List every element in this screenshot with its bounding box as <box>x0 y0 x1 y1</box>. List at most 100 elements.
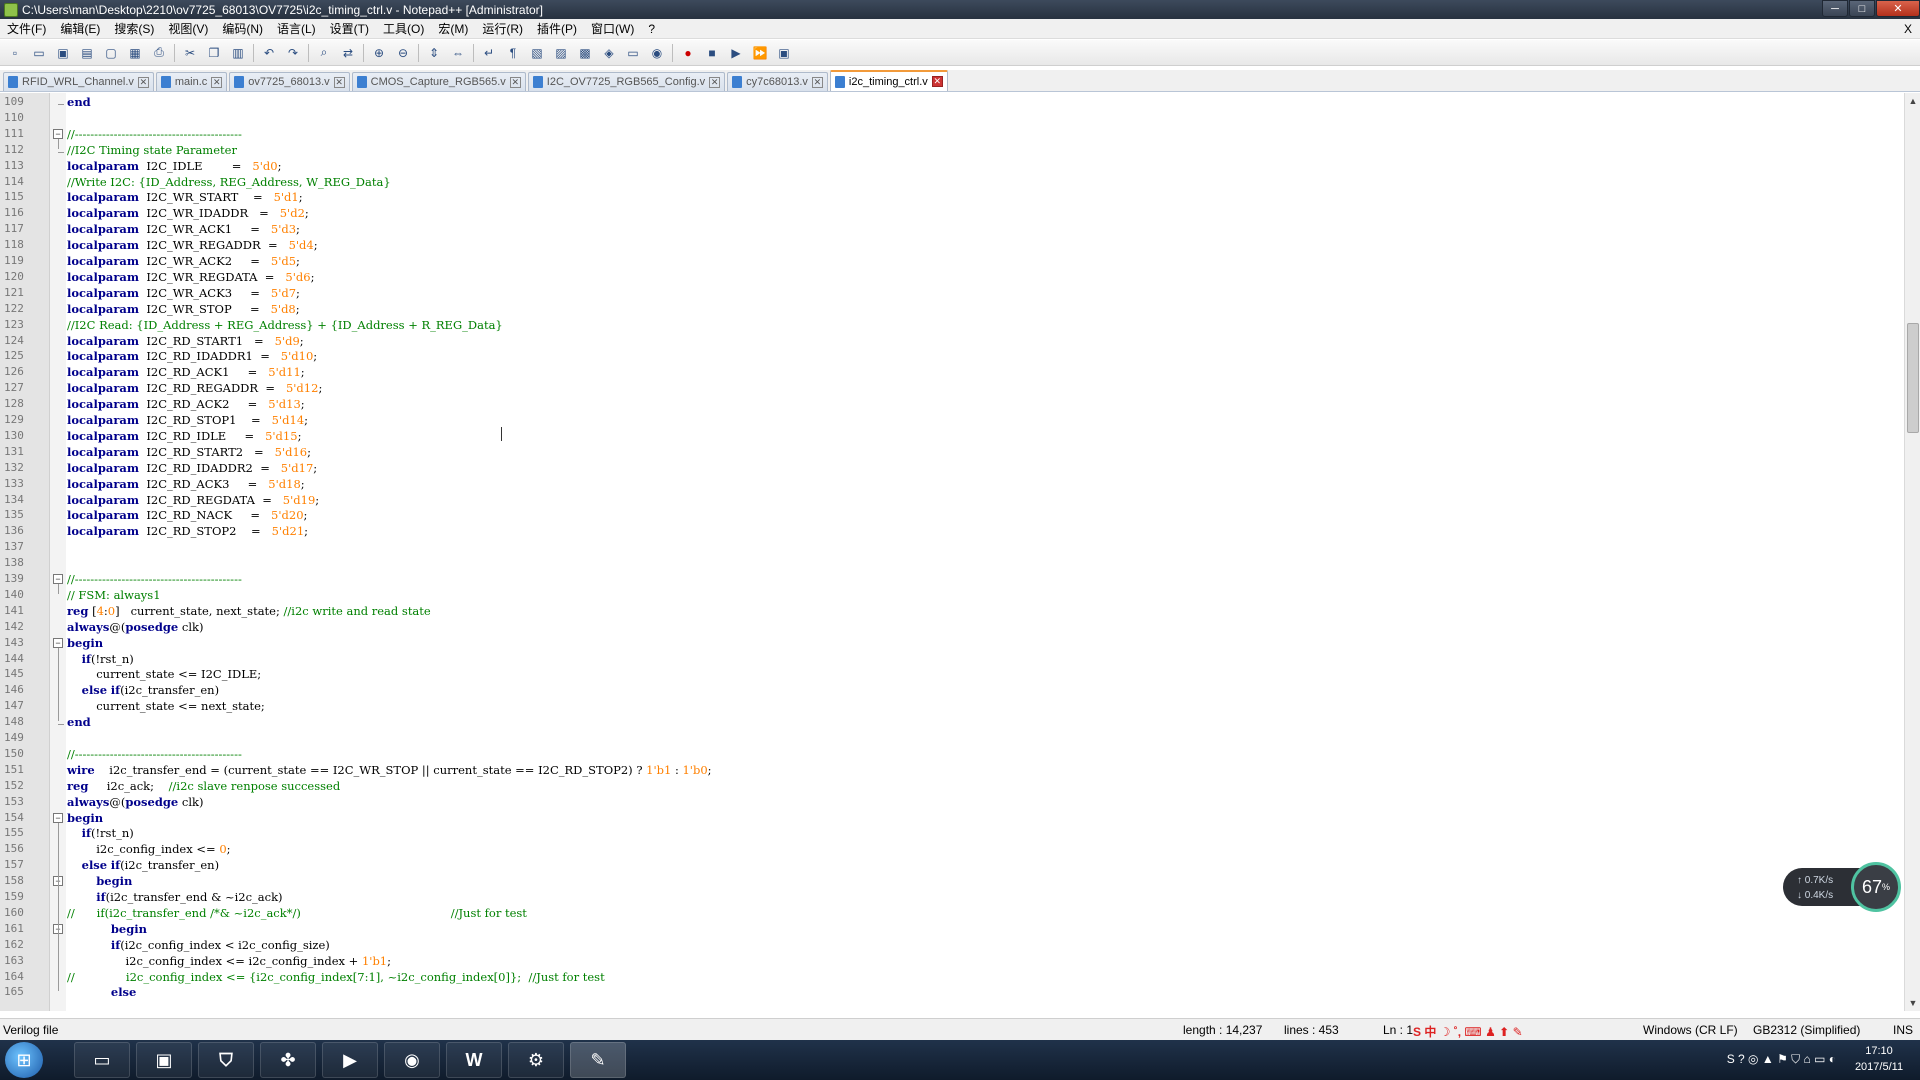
input-method-icon[interactable]: S 中 ☽ ˚, ⌨ ♟ ⬆ ✎ <box>1413 1023 1523 1040</box>
replace-icon[interactable]: ⇄ <box>339 44 357 62</box>
save-macro-icon[interactable]: ▣ <box>775 44 793 62</box>
code-line[interactable]: //I2C Read: {ID_Address + REG_Address} +… <box>67 317 503 333</box>
maximize-button[interactable]: □ <box>1849 0 1875 17</box>
code-line[interactable]: localparam I2C_RD_IDADDR1 = 5'd10; <box>67 348 317 364</box>
notepad-plus-plus-icon[interactable]: ✎ <box>570 1042 626 1078</box>
scroll-down-icon[interactable]: ▼ <box>1905 995 1920 1011</box>
tab-cmos-capture[interactable]: CMOS_Capture_RGB565.v ✕ <box>351 72 526 91</box>
media-player-icon[interactable]: ▶ <box>322 1042 378 1078</box>
code-line[interactable]: // if(i2c_transfer_end /*& ~i2c_ack*/) /… <box>67 905 527 921</box>
stop-macro-icon[interactable]: ■ <box>703 44 721 62</box>
fold-toggle-icon[interactable]: − <box>53 637 63 648</box>
code-line[interactable]: localparam I2C_RD_START2 = 5'd16; <box>67 444 311 460</box>
code-line[interactable]: localparam I2C_WR_REGDATA = 5'd6; <box>67 269 314 285</box>
firefox-icon[interactable]: ◉ <box>384 1042 440 1078</box>
run-macro-multiple-icon[interactable]: ⏩ <box>751 44 769 62</box>
close-tab-icon[interactable]: ✕ <box>509 76 521 88</box>
menu-language[interactable]: 语言(L) <box>270 20 323 37</box>
code-line[interactable]: else if(i2c_transfer_en) <box>67 682 219 698</box>
sync-horizontal-icon[interactable]: ⇔ <box>449 44 467 62</box>
tab-ov7725-68013[interactable]: ov7725_68013.v ✕ <box>229 72 350 91</box>
code-line[interactable]: localparam I2C_RD_IDADDR2 = 5'd17; <box>67 460 317 476</box>
code-line[interactable]: always@(posedge clk) <box>67 794 203 810</box>
code-line[interactable]: localparam I2C_WR_IDADDR = 5'd2; <box>67 205 309 221</box>
print-icon[interactable]: ⎙ <box>150 44 168 62</box>
tab-i2c-timing-ctrl[interactable]: i2c_timing_ctrl.v ✕ <box>829 70 948 91</box>
close-tab-icon[interactable]: ✕ <box>137 76 149 88</box>
code-line[interactable]: if(i2c_config_index < i2c_config_size) <box>67 937 330 953</box>
net-speed-widget[interactable]: ↑ 0.7K/s ↓ 0.4K/s 67% <box>1783 862 1903 912</box>
code-line[interactable]: localparam I2C_WR_ACK3 = 5'd7; <box>67 285 300 301</box>
zoom-out-icon[interactable]: ⊖ <box>394 44 412 62</box>
new-file-icon[interactable]: ▫ <box>6 44 24 62</box>
code-line[interactable]: // FSM: always1 <box>67 587 161 603</box>
scroll-up-icon[interactable]: ▲ <box>1905 93 1920 109</box>
close-button[interactable]: ✕ <box>1876 0 1920 17</box>
copy-icon[interactable]: ❐ <box>205 44 223 62</box>
code-line[interactable]: begin <box>67 635 103 651</box>
code-line[interactable]: wire i2c_transfer_end = (current_state =… <box>67 762 712 778</box>
code-line[interactable]: localparam I2C_RD_ACK2 = 5'd13; <box>67 396 305 412</box>
code-line[interactable]: localparam I2C_RD_STOP2 = 5'd21; <box>67 523 308 539</box>
code-line[interactable]: end <box>67 94 91 110</box>
code-line[interactable]: else if(i2c_transfer_en) <box>67 857 219 873</box>
network-tool-icon[interactable]: ⚙ <box>508 1042 564 1078</box>
redo-icon[interactable]: ↷ <box>284 44 302 62</box>
code-line[interactable]: localparam I2C_WR_START = 5'd1; <box>67 189 303 205</box>
language-icon[interactable]: ▨ <box>552 44 570 62</box>
fold-toggle-icon[interactable]: − <box>53 574 63 584</box>
code-line[interactable]: //--------------------------------------… <box>67 746 242 762</box>
code-area[interactable]: end //-----------------------------------… <box>66 93 1904 1011</box>
close-file-icon[interactable]: ▢ <box>102 44 120 62</box>
system-tray[interactable]: S ? ◎ ▲ ⚑ ⛉ ⌂ ▭ ◐ <box>1727 1052 1836 1067</box>
word-icon[interactable]: W <box>446 1042 502 1078</box>
menu-view[interactable]: 视图(V) <box>161 20 215 37</box>
menu-window[interactable]: 窗口(W) <box>584 20 641 37</box>
close-all-icon[interactable]: ▦ <box>126 44 144 62</box>
function-list-icon[interactable]: ◈ <box>600 44 618 62</box>
code-line[interactable]: localparam I2C_IDLE = 5'd0; <box>67 158 281 174</box>
fold-toggle-icon[interactable]: − <box>53 812 63 823</box>
zoom-in-icon[interactable]: ⊕ <box>370 44 388 62</box>
clock[interactable]: 17:10 2017/5/11 <box>1844 1043 1914 1075</box>
start-button[interactable]: ⊞ <box>5 1042 43 1078</box>
menu-file[interactable]: 文件(F) <box>0 20 53 37</box>
code-line[interactable]: i2c_config_index <= i2c_config_index + 1… <box>67 953 391 969</box>
menu-settings[interactable]: 设置(T) <box>323 20 376 37</box>
doc-map-icon[interactable]: ▩ <box>576 44 594 62</box>
code-line[interactable]: reg i2c_ack; //i2c slave renpose success… <box>67 778 340 794</box>
code-line[interactable]: localparam I2C_RD_ACK3 = 5'd18; <box>67 476 305 492</box>
code-line[interactable]: localparam I2C_RD_ACK1 = 5'd11; <box>67 364 305 380</box>
code-line[interactable]: else <box>67 984 136 1000</box>
code-line[interactable]: //--------------------------------------… <box>67 571 242 587</box>
save-all-icon[interactable]: ▤ <box>78 44 96 62</box>
menu-plugins[interactable]: 插件(P) <box>530 20 584 37</box>
tab-i2c-ov7725-config[interactable]: I2C_OV7725_RGB565_Config.v ✕ <box>527 72 726 91</box>
code-line[interactable]: if(!rst_n) <box>67 825 134 841</box>
code-line[interactable]: localparam I2C_RD_STOP1 = 5'd14; <box>67 412 308 428</box>
close-tab-icon[interactable]: ✕ <box>931 76 943 87</box>
code-line[interactable]: begin <box>67 810 103 826</box>
menu-help[interactable]: ? <box>641 22 662 36</box>
menu-macro[interactable]: 宏(M) <box>431 20 475 37</box>
cut-icon[interactable]: ✂ <box>181 44 199 62</box>
find-icon[interactable]: ⌕ <box>315 44 333 62</box>
close-tab-icon[interactable]: ✕ <box>811 76 823 88</box>
code-line[interactable]: //--------------------------------------… <box>67 126 242 142</box>
word-wrap-icon[interactable]: ↵ <box>480 44 498 62</box>
tab-main-c[interactable]: main.c ✕ <box>155 72 228 91</box>
tab-rfid-wrl-channel[interactable]: RFID_WRL_Channel.v ✕ <box>3 72 154 91</box>
folder-workspace-icon[interactable]: ▭ <box>624 44 642 62</box>
sync-vertical-icon[interactable]: ⇕ <box>425 44 443 62</box>
code-line[interactable]: localparam I2C_WR_STOP = 5'd8; <box>67 301 300 317</box>
minimize-button[interactable]: ─ <box>1822 0 1848 17</box>
code-line[interactable]: localparam I2C_WR_ACK1 = 5'd3; <box>67 221 300 237</box>
code-line[interactable]: //I2C Timing state Parameter <box>67 142 237 158</box>
terminal-icon[interactable]: ▣ <box>136 1042 192 1078</box>
vertical-scrollbar[interactable]: ▲ ▼ <box>1904 93 1920 1011</box>
open-file-icon[interactable]: ▭ <box>30 44 48 62</box>
fold-toggle-icon[interactable]: − <box>53 128 63 139</box>
code-line[interactable]: localparam I2C_RD_REGADDR = 5'd12; <box>67 380 322 396</box>
monitoring-icon[interactable]: ◉ <box>648 44 666 62</box>
code-line[interactable]: localparam I2C_RD_REGDATA = 5'd19; <box>67 492 319 508</box>
